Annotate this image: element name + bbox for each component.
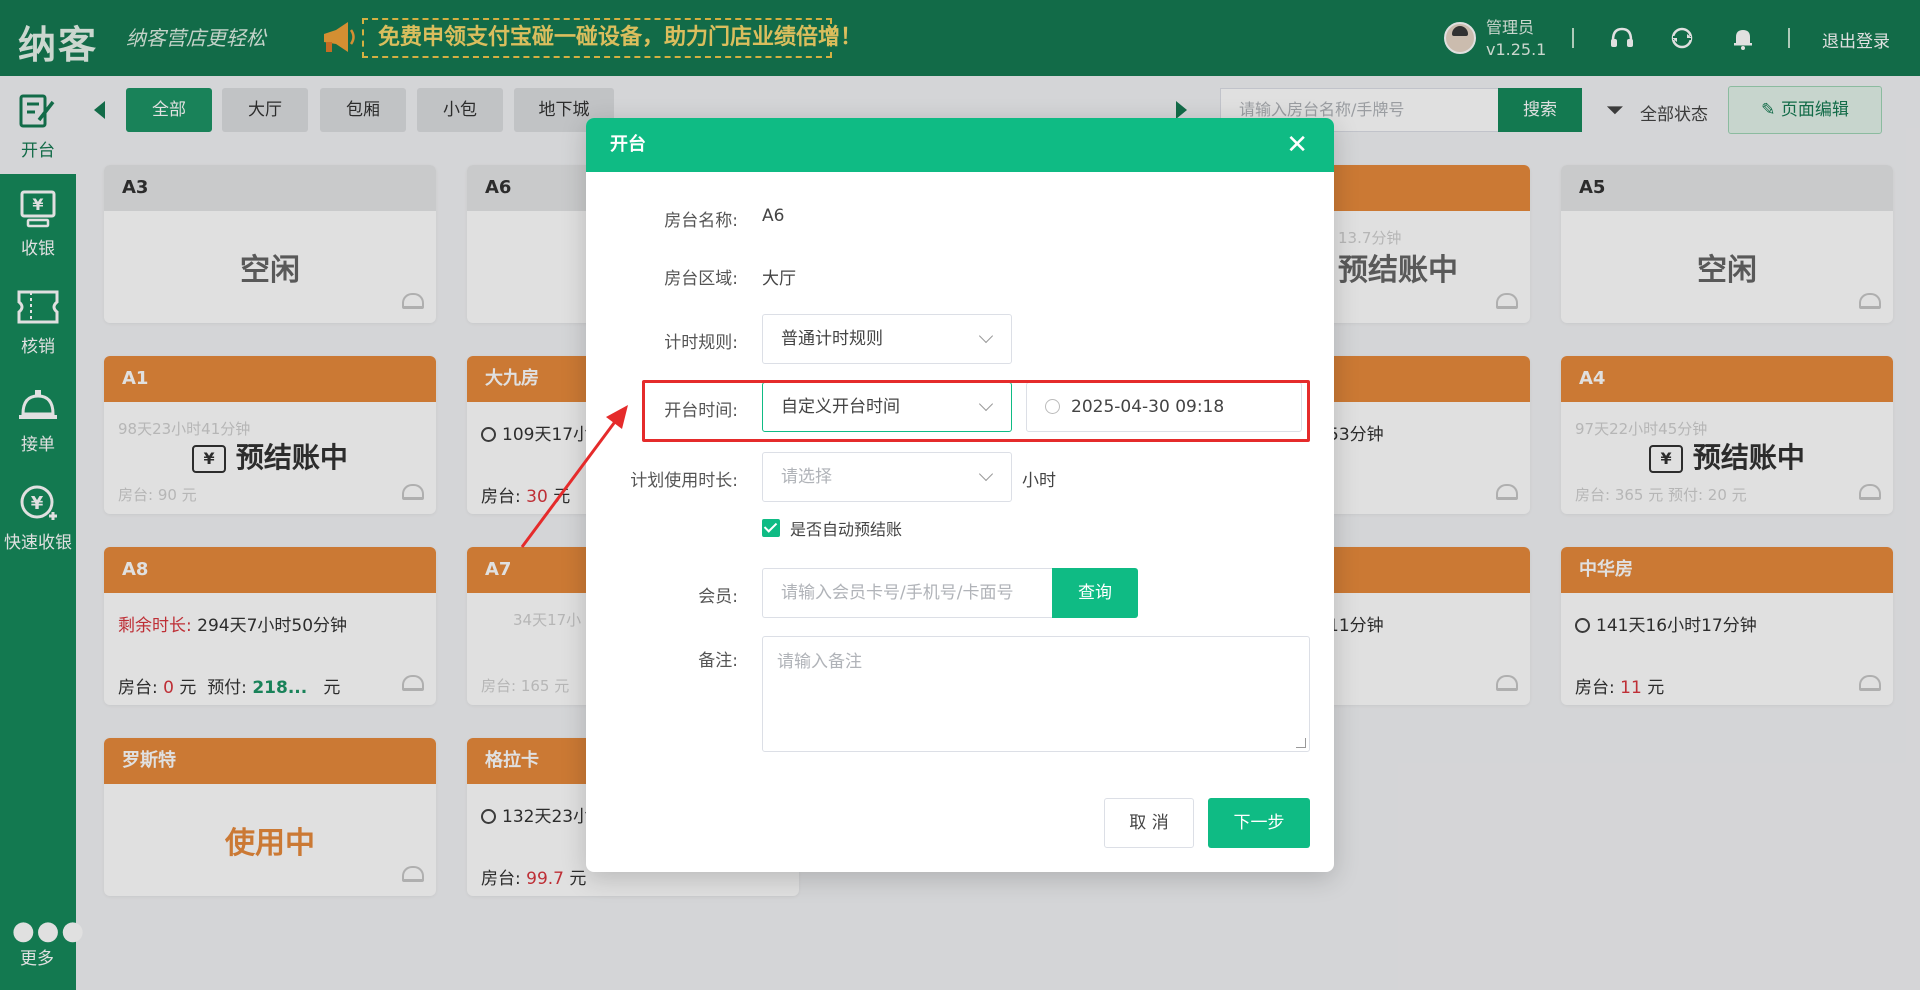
cancel-button[interactable]: 取 消 bbox=[1104, 798, 1194, 848]
resize-handle-icon[interactable] bbox=[1296, 738, 1306, 748]
chevron-down-icon bbox=[978, 328, 994, 344]
room-name-label: 房台名称: bbox=[664, 211, 738, 231]
member-label: 会员: bbox=[698, 587, 738, 607]
chevron-down-icon bbox=[978, 466, 994, 482]
auto-checkout-label[interactable]: 是否自动预结账 bbox=[790, 516, 902, 540]
note-textarea[interactable]: 请输入备注 bbox=[762, 636, 1310, 752]
annotation-highlight bbox=[642, 380, 1310, 442]
timing-rule-select[interactable]: 普通计时规则 bbox=[762, 314, 1012, 364]
room-name-value: A6 bbox=[762, 206, 785, 226]
duration-placeholder: 请选择 bbox=[781, 467, 832, 487]
auto-checkout-checkbox[interactable] bbox=[762, 519, 780, 537]
duration-unit: 小时 bbox=[1022, 471, 1056, 491]
member-input[interactable]: 请输入会员卡号/手机号/卡面号 bbox=[762, 568, 1052, 618]
member-query-button[interactable]: 查询 bbox=[1052, 568, 1138, 618]
rule-label: 计时规则: bbox=[664, 333, 738, 353]
annotation-arrow bbox=[520, 405, 628, 548]
room-area-label: 房台区域: bbox=[664, 269, 738, 289]
duration-select[interactable]: 请选择 bbox=[762, 452, 1012, 502]
open-table-dialog: 开台 ✕ 房台名称: A6 房台区域: 大厅 计时规则: 普通计时规则 开台时间… bbox=[586, 118, 1334, 872]
room-area-value: 大厅 bbox=[762, 269, 796, 289]
note-placeholder: 请输入备注 bbox=[777, 652, 862, 672]
dialog-header: 开台 ✕ bbox=[586, 118, 1334, 172]
close-icon[interactable]: ✕ bbox=[1286, 118, 1308, 172]
dialog-title: 开台 bbox=[610, 134, 646, 155]
next-step-button[interactable]: 下一步 bbox=[1208, 798, 1310, 848]
timing-rule-value: 普通计时规则 bbox=[781, 329, 883, 349]
note-label: 备注: bbox=[698, 651, 738, 671]
